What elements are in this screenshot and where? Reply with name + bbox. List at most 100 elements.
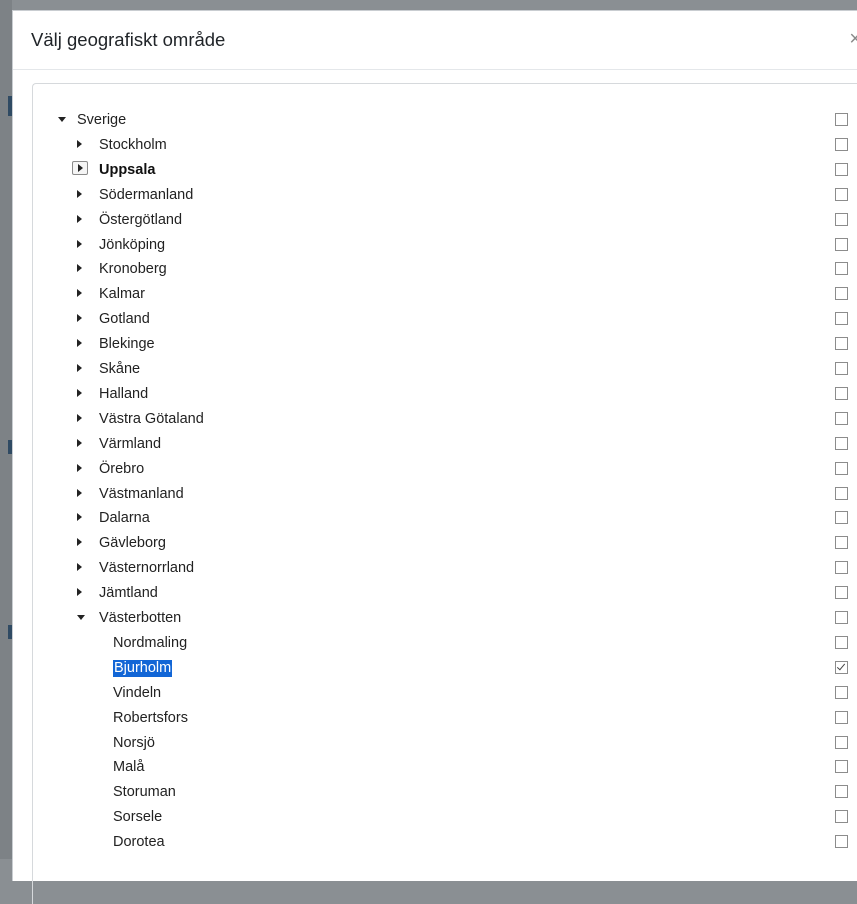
country-label[interactable]: Sverige	[77, 112, 126, 129]
county-label[interactable]: Gotland	[99, 311, 150, 328]
county-label[interactable]: Jämtland	[99, 585, 158, 602]
county-row[interactable]: Kronoberg	[33, 257, 857, 282]
county-checkbox[interactable]	[835, 187, 848, 201]
expand-caret-icon[interactable]	[77, 289, 82, 298]
municipality-row[interactable]: Storuman	[33, 780, 857, 805]
expand-caret-icon[interactable]	[77, 463, 82, 472]
county-checkbox[interactable]	[835, 287, 848, 301]
municipality-checkbox[interactable]	[835, 785, 848, 799]
county-checkbox[interactable]	[835, 137, 848, 151]
municipality-label[interactable]: Norsjö	[113, 735, 155, 752]
expand-toggle-icon[interactable]	[72, 160, 88, 175]
county-checkbox[interactable]	[835, 362, 848, 375]
municipality-row[interactable]: Bjurholm	[33, 656, 857, 681]
municipality-label[interactable]: Malå	[113, 759, 144, 776]
county-label[interactable]: Blekinge	[99, 336, 155, 353]
municipality-row[interactable]: Norsjö	[33, 731, 857, 756]
county-row[interactable]: Örebro	[33, 457, 857, 482]
county-checkbox[interactable]	[835, 162, 848, 176]
county-label[interactable]: Västernorrland	[99, 560, 194, 577]
county-label[interactable]: Uppsala	[99, 162, 155, 179]
expand-caret-icon[interactable]	[77, 488, 82, 497]
county-label[interactable]: Skåne	[99, 361, 140, 378]
municipality-checkbox[interactable]	[835, 710, 848, 724]
county-checkbox[interactable]	[835, 511, 848, 525]
county-checkbox[interactable]	[835, 461, 848, 475]
county-label[interactable]: Halland	[99, 386, 148, 403]
county-row[interactable]: Västerbotten	[33, 606, 857, 631]
county-label[interactable]: Västmanland	[99, 486, 184, 503]
county-checkbox[interactable]	[835, 312, 848, 326]
collapse-caret-icon[interactable]	[58, 117, 66, 122]
country-row[interactable]: Sverige	[33, 108, 857, 133]
county-checkbox[interactable]	[835, 411, 848, 425]
county-row[interactable]: Dalarna	[33, 506, 857, 531]
municipality-row[interactable]: Malå	[33, 755, 857, 780]
expand-caret-icon[interactable]	[77, 438, 82, 447]
county-checkbox[interactable]	[835, 486, 848, 500]
municipality-checkbox[interactable]	[835, 660, 848, 674]
municipality-row[interactable]: Vindeln	[33, 681, 857, 706]
county-checkbox[interactable]	[835, 586, 848, 600]
county-row[interactable]: Gävleborg	[33, 531, 857, 556]
county-label[interactable]: Södermanland	[99, 187, 193, 204]
county-row[interactable]: Östergötland	[33, 208, 857, 233]
country-checkbox[interactable]	[835, 113, 848, 126]
expand-caret-icon[interactable]	[77, 563, 82, 572]
county-label[interactable]: Gävleborg	[99, 535, 166, 552]
county-row[interactable]: Skåne	[33, 357, 857, 382]
expand-caret-icon[interactable]	[77, 239, 82, 248]
county-checkbox[interactable]	[835, 212, 848, 226]
expand-caret-icon[interactable]	[77, 538, 82, 547]
close-icon[interactable]: ×	[849, 29, 857, 49]
county-checkbox[interactable]	[835, 536, 848, 550]
county-row[interactable]: Jönköping	[33, 233, 857, 258]
county-row[interactable]: Blekinge	[33, 332, 857, 357]
municipality-row[interactable]: Nordmaling	[33, 631, 857, 656]
municipality-label[interactable]: Storuman	[113, 784, 176, 801]
county-row[interactable]: Jämtland	[33, 581, 857, 606]
municipality-row[interactable]: Robertsfors	[33, 706, 857, 731]
expand-caret-icon[interactable]	[77, 339, 82, 348]
municipality-label[interactable]: Vindeln	[113, 685, 161, 702]
collapse-caret-icon[interactable]	[77, 615, 85, 620]
county-label[interactable]: Västra Götaland	[99, 411, 204, 428]
county-label[interactable]: Östergötland	[99, 212, 182, 229]
county-label[interactable]: Örebro	[99, 461, 144, 478]
county-row[interactable]: Uppsala	[33, 158, 857, 183]
municipality-row[interactable]: Sorsele	[33, 805, 857, 830]
county-label[interactable]: Dalarna	[99, 510, 150, 527]
expand-caret-icon[interactable]	[77, 513, 82, 522]
county-checkbox[interactable]	[835, 611, 848, 624]
municipality-label[interactable]: Nordmaling	[113, 635, 187, 652]
municipality-checkbox[interactable]	[835, 685, 848, 699]
expand-caret-icon[interactable]	[77, 264, 82, 273]
expand-caret-icon[interactable]	[77, 364, 82, 372]
county-checkbox[interactable]	[835, 561, 848, 575]
county-label[interactable]: Kalmar	[99, 286, 145, 303]
county-checkbox[interactable]	[835, 386, 848, 400]
municipality-checkbox[interactable]	[835, 760, 848, 774]
municipality-checkbox[interactable]	[835, 810, 848, 824]
county-checkbox[interactable]	[835, 262, 848, 276]
municipality-checkbox[interactable]	[835, 735, 848, 749]
county-row[interactable]: Södermanland	[33, 183, 857, 208]
county-row[interactable]: Värmland	[33, 432, 857, 457]
municipality-row[interactable]: Dorotea	[33, 830, 857, 855]
expand-caret-icon[interactable]	[77, 214, 82, 223]
county-row[interactable]: Västra Götaland	[33, 407, 857, 432]
county-checkbox[interactable]	[835, 237, 848, 251]
county-row[interactable]: Stockholm	[33, 133, 857, 158]
municipality-label[interactable]: Sorsele	[113, 809, 162, 826]
county-label[interactable]: Kronoberg	[99, 261, 167, 278]
county-row[interactable]: Gotland	[33, 307, 857, 332]
county-row[interactable]: Västmanland	[33, 482, 857, 507]
county-row[interactable]: Kalmar	[33, 282, 857, 307]
expand-caret-icon[interactable]	[77, 388, 82, 397]
expand-caret-icon[interactable]	[77, 139, 82, 148]
municipality-checkbox[interactable]	[835, 835, 848, 849]
municipality-label[interactable]: Robertsfors	[113, 710, 188, 727]
expand-caret-icon[interactable]	[77, 413, 82, 422]
county-row[interactable]: Västernorrland	[33, 556, 857, 581]
county-label[interactable]: Värmland	[99, 436, 161, 453]
